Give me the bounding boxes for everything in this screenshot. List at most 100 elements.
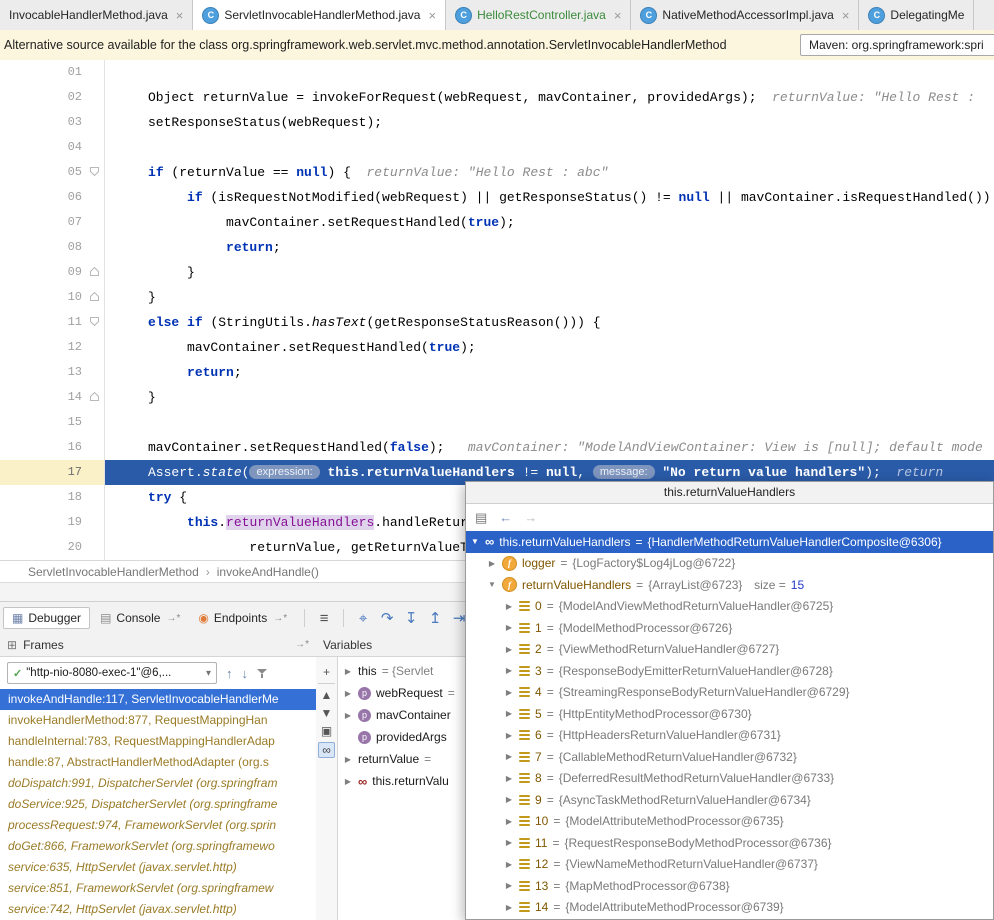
code-text[interactable]: if (isRequestNotModified(webRequest) || … (105, 185, 994, 210)
code-line[interactable]: 11 else if (StringUtils.hasText(getRespo… (0, 310, 994, 335)
editor-tab[interactable]: CNativeMethodAccessorImpl.java× (631, 0, 859, 30)
gutter[interactable]: 05 (0, 160, 105, 185)
step-over-icon[interactable]: ↷ (375, 609, 399, 627)
collapse-icon[interactable]: ▼ (470, 537, 480, 546)
variable-tree-row[interactable]: ▶14 = {ModelAttributeMethodProcessor@673… (466, 897, 993, 919)
expand-icon[interactable]: ▶ (504, 688, 514, 697)
forward-icon[interactable]: → (524, 510, 537, 525)
back-icon[interactable]: ← (499, 510, 512, 525)
variable-tree-row[interactable]: ▶2 = {ViewMethodReturnValueHandler@6727} (466, 639, 993, 661)
expand-icon[interactable]: ▶ (504, 709, 514, 718)
gutter[interactable]: 17 (0, 460, 105, 485)
expand-icon[interactable]: ▶ (343, 755, 353, 764)
variable-tree-row[interactable]: ▶13 = {MapMethodProcessor@6738} (466, 875, 993, 897)
code-line[interactable]: 13 return; (0, 360, 994, 385)
close-icon[interactable]: × (614, 8, 622, 23)
stack-frame-row[interactable]: service:851, FrameworkServlet (org.sprin… (0, 878, 316, 899)
expand-icon[interactable]: ▶ (343, 667, 353, 676)
step-into-icon[interactable]: ↧ (399, 609, 423, 627)
code-line[interactable]: 05 if (returnValue == null) { returnValu… (0, 160, 994, 185)
variable-tree-row[interactable]: ▶7 = {CallableMethodReturnValueHandler@6… (466, 746, 993, 768)
code-line[interactable]: 04 (0, 135, 994, 160)
variable-tree-row[interactable]: ▶flogger = {LogFactory$Log4jLog@6722} (466, 553, 993, 575)
frames-header-arrow[interactable]: →* (295, 639, 309, 650)
fold-marker-icon[interactable] (84, 166, 104, 179)
gutter[interactable]: 16 (0, 435, 105, 460)
breadcrumb-item[interactable]: ServletInvocableHandlerMethod (28, 565, 199, 579)
stack-frame-row[interactable]: invokeHandlerMethod:877, RequestMappingH… (0, 710, 316, 731)
code-text[interactable]: Object returnValue = invokeForRequest(we… (105, 85, 994, 110)
gutter[interactable]: 06 (0, 185, 105, 210)
stack-frame-row[interactable]: processRequest:974, FrameworkServlet (or… (0, 815, 316, 836)
code-line[interactable]: 06 if (isRequestNotModified(webRequest) … (0, 185, 994, 210)
gutter[interactable]: 03 (0, 110, 105, 135)
fold-marker-icon[interactable] (84, 266, 104, 279)
code-line[interactable]: 10 } (0, 285, 994, 310)
code-line[interactable]: 16 mavContainer.setRequestHandled(false)… (0, 435, 994, 460)
gutter[interactable]: 07 (0, 210, 105, 235)
variable-tree-row[interactable]: ▶12 = {ViewNameMethodReturnValueHandler@… (466, 854, 993, 876)
previous-frame-icon[interactable]: ↑ (226, 666, 233, 681)
gutter[interactable]: 18 (0, 485, 105, 510)
stack-frame-row[interactable]: service:742, HttpServlet (javax.servlet.… (0, 899, 316, 920)
move-up-icon[interactable]: ▲ (319, 688, 334, 702)
gutter[interactable]: 04 (0, 135, 105, 160)
gutter[interactable]: 08 (0, 235, 105, 260)
expand-icon[interactable]: ▶ (504, 881, 514, 890)
variable-tree-row[interactable]: ▶3 = {ResponseBodyEmitterReturnValueHand… (466, 660, 993, 682)
gutter[interactable]: 20 (0, 535, 105, 560)
breadcrumb-item[interactable]: invokeAndHandle() (217, 565, 319, 579)
code-text[interactable] (105, 135, 994, 160)
fold-marker-icon[interactable] (84, 316, 104, 329)
expand-icon[interactable]: ▶ (343, 711, 353, 720)
code-line[interactable]: 15 (0, 410, 994, 435)
gutter[interactable]: 15 (0, 410, 105, 435)
code-text[interactable] (105, 410, 994, 435)
close-icon[interactable]: × (176, 8, 184, 23)
code-text[interactable]: } (105, 385, 994, 410)
gutter[interactable]: 10 (0, 285, 105, 310)
code-line[interactable]: 12 mavContainer.setRequestHandled(true); (0, 335, 994, 360)
close-icon[interactable]: × (842, 8, 850, 23)
expand-icon[interactable]: ▶ (504, 623, 514, 632)
move-down-icon[interactable]: ▼ (319, 706, 334, 720)
code-text[interactable]: else if (StringUtils.hasText(getResponse… (105, 310, 994, 335)
variable-tree-row[interactable]: ▶11 = {RequestResponseBodyMethodProcesso… (466, 832, 993, 854)
code-text[interactable]: mavContainer.setRequestHandled(true); (105, 210, 994, 235)
stack-frame-row[interactable]: invokeAndHandle:117, ServletInvocableHan… (0, 689, 316, 710)
code-line[interactable]: 03 setResponseStatus(webRequest); (0, 110, 994, 135)
gutter[interactable]: 19 (0, 510, 105, 535)
variable-tree-row[interactable]: ▶1 = {ModelMethodProcessor@6726} (466, 617, 993, 639)
gutter[interactable]: 11 (0, 310, 105, 335)
expand-icon[interactable]: ▶ (504, 752, 514, 761)
variable-tree-row[interactable]: ▶0 = {ModelAndViewMethodReturnValueHandl… (466, 596, 993, 618)
code-line[interactable]: 02 Object returnValue = invokeForRequest… (0, 85, 994, 110)
expand-icon[interactable]: ▶ (504, 774, 514, 783)
popup-title[interactable]: this.returnValueHandlers (466, 482, 993, 504)
expand-icon[interactable]: ▶ (504, 838, 514, 847)
toolwindow-tab-endpoints[interactable]: ◉Endpoints→* (190, 608, 295, 628)
expand-icon[interactable]: ▶ (504, 860, 514, 869)
expand-icon[interactable]: ▶ (504, 817, 514, 826)
stack-frame-row[interactable]: doGet:866, FrameworkServlet (org.springf… (0, 836, 316, 857)
gutter[interactable]: 09 (0, 260, 105, 285)
show-watches-icon[interactable]: ∞ (318, 742, 335, 758)
stack-frame-row[interactable]: doDispatch:991, DispatcherServlet (org.s… (0, 773, 316, 794)
code-text[interactable]: if (returnValue == null) { returnValue: … (105, 160, 994, 185)
variable-tree-row[interactable]: ▶6 = {HttpHeadersReturnValueHandler@6731… (466, 725, 993, 747)
code-line[interactable]: 07 mavContainer.setRequestHandled(true); (0, 210, 994, 235)
variable-tree-row[interactable]: ▶9 = {AsyncTaskMethodReturnValueHandler@… (466, 789, 993, 811)
variable-tree-row[interactable]: ▶10 = {ModelAttributeMethodProcessor@673… (466, 811, 993, 833)
layout-menu-icon[interactable]: ≡ (312, 610, 336, 627)
gutter[interactable]: 02 (0, 85, 105, 110)
code-text[interactable]: setResponseStatus(webRequest); (105, 110, 994, 135)
code-text[interactable] (105, 60, 994, 85)
fold-marker-icon[interactable] (84, 291, 104, 304)
expand-icon[interactable]: ▶ (343, 777, 353, 786)
stack-frame-row[interactable]: doService:925, DispatcherServlet (org.sp… (0, 794, 316, 815)
gutter[interactable]: 14 (0, 385, 105, 410)
editor-tab[interactable]: CHelloRestController.java× (446, 0, 631, 30)
expand-icon[interactable]: ▶ (504, 903, 514, 912)
editor-tab[interactable]: CDelegatingMe (859, 0, 974, 30)
code-text[interactable]: } (105, 285, 994, 310)
